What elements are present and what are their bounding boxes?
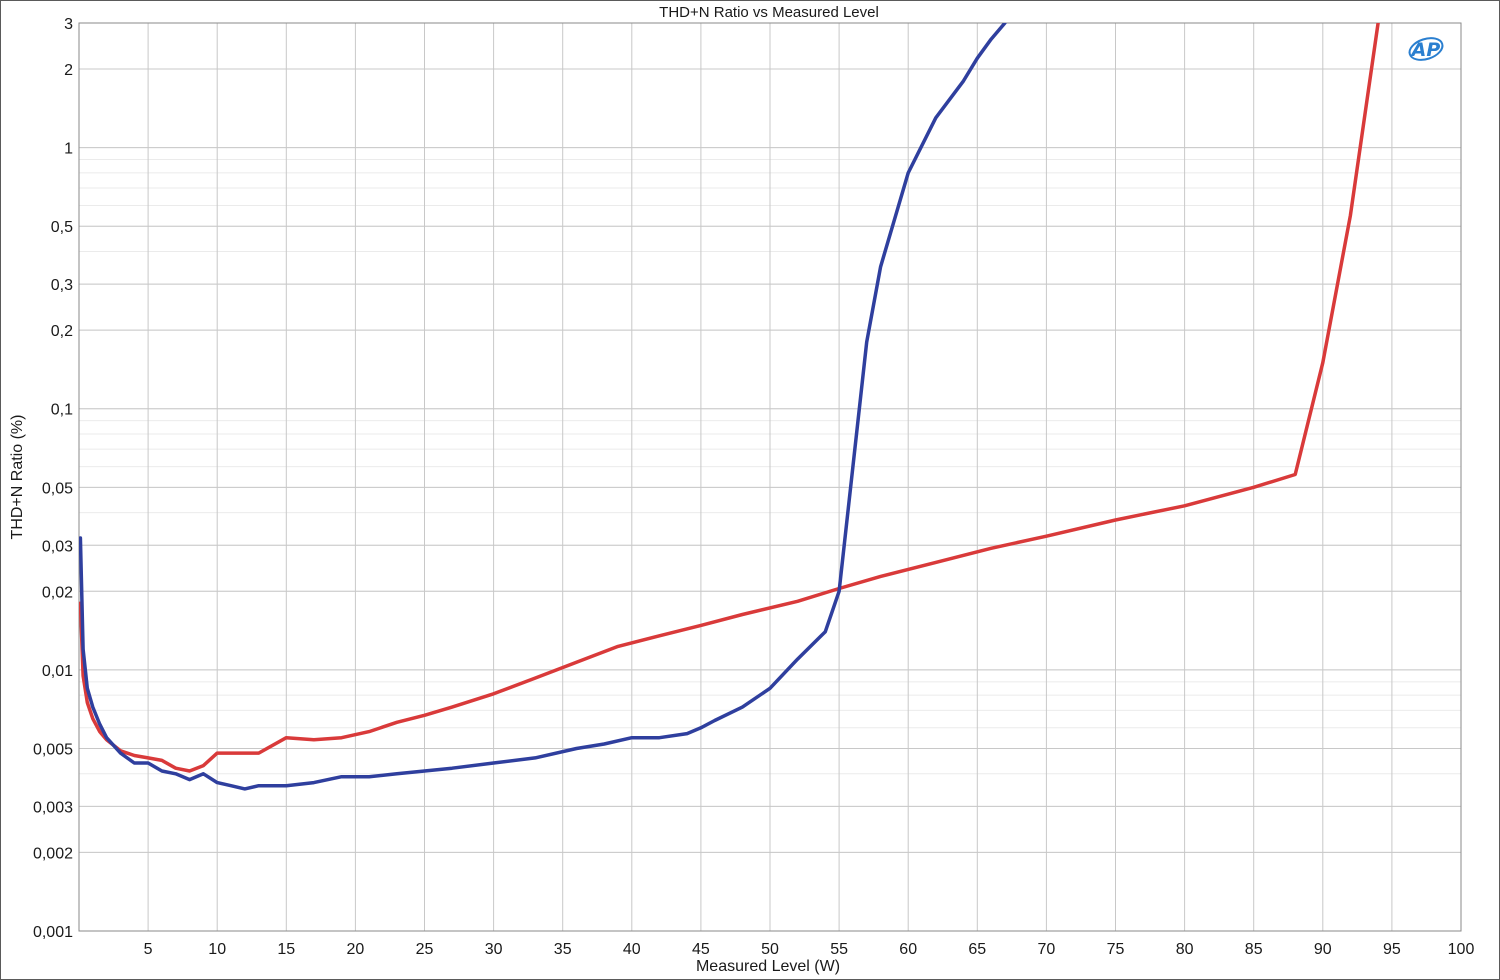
logo-text: AP bbox=[1410, 39, 1441, 61]
x-tick-label: 80 bbox=[1176, 941, 1194, 958]
y-axis-title: THD+N Ratio (%) bbox=[9, 415, 26, 540]
x-tick-label: 30 bbox=[485, 941, 503, 958]
y-tick-label: 0,03 bbox=[42, 538, 73, 555]
series-lines bbox=[79, 23, 1380, 791]
x-tick-label: 95 bbox=[1383, 941, 1401, 958]
chart-title: THD+N Ratio vs Measured Level bbox=[659, 4, 879, 21]
y-tick-label: 3 bbox=[64, 16, 73, 33]
x-tick-label: 85 bbox=[1245, 941, 1263, 958]
y-tick-label: 0,005 bbox=[33, 741, 73, 758]
x-tick-label: 40 bbox=[623, 941, 641, 958]
y-tick-label: 0,5 bbox=[51, 219, 73, 236]
x-tick-label: 10 bbox=[208, 941, 226, 958]
y-tick-label: 0,01 bbox=[42, 663, 73, 680]
x-tick-label: 5 bbox=[144, 941, 153, 958]
x-tick-label: 75 bbox=[1107, 941, 1125, 958]
y-tick-label: 0,2 bbox=[51, 323, 73, 340]
x-axis-title: Measured Level (W) bbox=[696, 958, 840, 975]
x-tick-label: 35 bbox=[554, 941, 572, 958]
x-tick-label: 90 bbox=[1314, 941, 1332, 958]
x-tick-label: 65 bbox=[968, 941, 986, 958]
series-line-red bbox=[79, 23, 1380, 773]
y-tick-label: 0,1 bbox=[51, 402, 73, 419]
thd-chart: 5 10 15 20 25 30 35 40 45 50 55 60 65 70 75 80 85 90 95 100… bbox=[9, 4, 1475, 975]
y-tick-label: 0,001 bbox=[33, 924, 73, 941]
x-tick-label: 70 bbox=[1038, 941, 1056, 958]
grid bbox=[79, 22, 1462, 932]
y-tick-label: 0,003 bbox=[33, 799, 73, 816]
x-tick-label: 45 bbox=[692, 941, 710, 958]
audio-precision-logo: AP bbox=[1408, 37, 1444, 61]
y-tick-label: 2 bbox=[64, 62, 73, 79]
x-tick-label: 25 bbox=[416, 941, 434, 958]
chart-frame: 5 10 15 20 25 30 35 40 45 50 55 60 65 70 75 80 85 90 95 100… bbox=[0, 0, 1500, 980]
x-tick-label: 50 bbox=[761, 941, 779, 958]
x-tick-label: 60 bbox=[899, 941, 917, 958]
x-tick-label: 100 bbox=[1448, 941, 1475, 958]
x-tick-label: 55 bbox=[830, 941, 848, 958]
x-tick-label: 20 bbox=[347, 941, 365, 958]
y-tick-label: 0,05 bbox=[42, 480, 73, 497]
x-tick-label: 15 bbox=[277, 941, 295, 958]
y-tick-label: 0,02 bbox=[42, 584, 73, 601]
y-tick-label: 1 bbox=[64, 141, 73, 158]
y-tick-label: 0,3 bbox=[51, 277, 73, 294]
y-tick-label: 0,002 bbox=[33, 845, 73, 862]
